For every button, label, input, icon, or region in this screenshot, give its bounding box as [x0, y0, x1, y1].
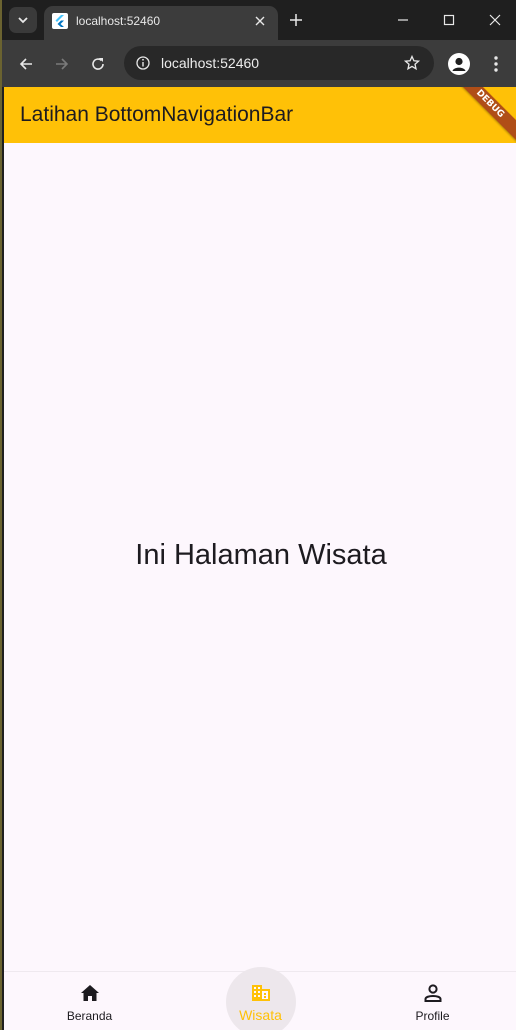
- more-options-icon[interactable]: [486, 53, 506, 75]
- nav-label-beranda: Beranda: [66, 1009, 113, 1023]
- tab-strip: localhost:52460: [2, 0, 516, 40]
- bottom-navigation-bar: Beranda Wisata Profile: [4, 967, 516, 1030]
- nav-label-profile: Profile: [415, 1009, 450, 1023]
- url-text[interactable]: localhost:52460: [161, 55, 259, 71]
- browser-window: localhost:52460 localhost:52460 Latihan …: [0, 0, 516, 1030]
- address-bar[interactable]: localhost:52460: [124, 46, 434, 80]
- bookmark-star-icon[interactable]: [402, 53, 422, 73]
- forward-icon[interactable]: [49, 51, 75, 77]
- app-bar: Latihan BottomNavigationBar DEBUG: [4, 87, 516, 152]
- nav-label-wisata: Wisata: [239, 1007, 282, 1023]
- flutter-favicon-icon: [52, 13, 68, 29]
- minimize-icon[interactable]: [388, 8, 418, 32]
- site-info-icon[interactable]: [132, 52, 154, 74]
- new-tab-icon[interactable]: [286, 10, 306, 30]
- debug-banner: DEBUG: [442, 87, 516, 152]
- reload-icon[interactable]: [85, 51, 111, 77]
- nav-item-beranda[interactable]: Beranda: [4, 972, 175, 1030]
- person-icon: [423, 983, 443, 1003]
- tab-search-button[interactable]: [9, 7, 37, 33]
- profile-avatar-icon[interactable]: [448, 53, 470, 75]
- chevron-down-icon: [18, 17, 28, 24]
- flutter-app: Latihan BottomNavigationBar DEBUG Ini Ha…: [4, 87, 516, 1030]
- building-icon: [251, 983, 271, 1003]
- back-icon[interactable]: [13, 51, 39, 77]
- home-icon: [80, 983, 100, 1003]
- page-title: Latihan BottomNavigationBar: [20, 103, 294, 126]
- page-content-text: Ini Halaman Wisata: [135, 539, 387, 571]
- close-window-icon[interactable]: [480, 8, 510, 32]
- browser-tab[interactable]: localhost:52460: [44, 6, 278, 40]
- maximize-icon[interactable]: [434, 8, 464, 32]
- nav-item-wisata[interactable]: Wisata: [175, 967, 346, 1030]
- close-tab-icon[interactable]: [252, 13, 268, 29]
- nav-item-profile[interactable]: Profile: [347, 972, 516, 1030]
- browser-toolbar: localhost:52460: [2, 40, 516, 87]
- tab-title: localhost:52460: [76, 14, 161, 28]
